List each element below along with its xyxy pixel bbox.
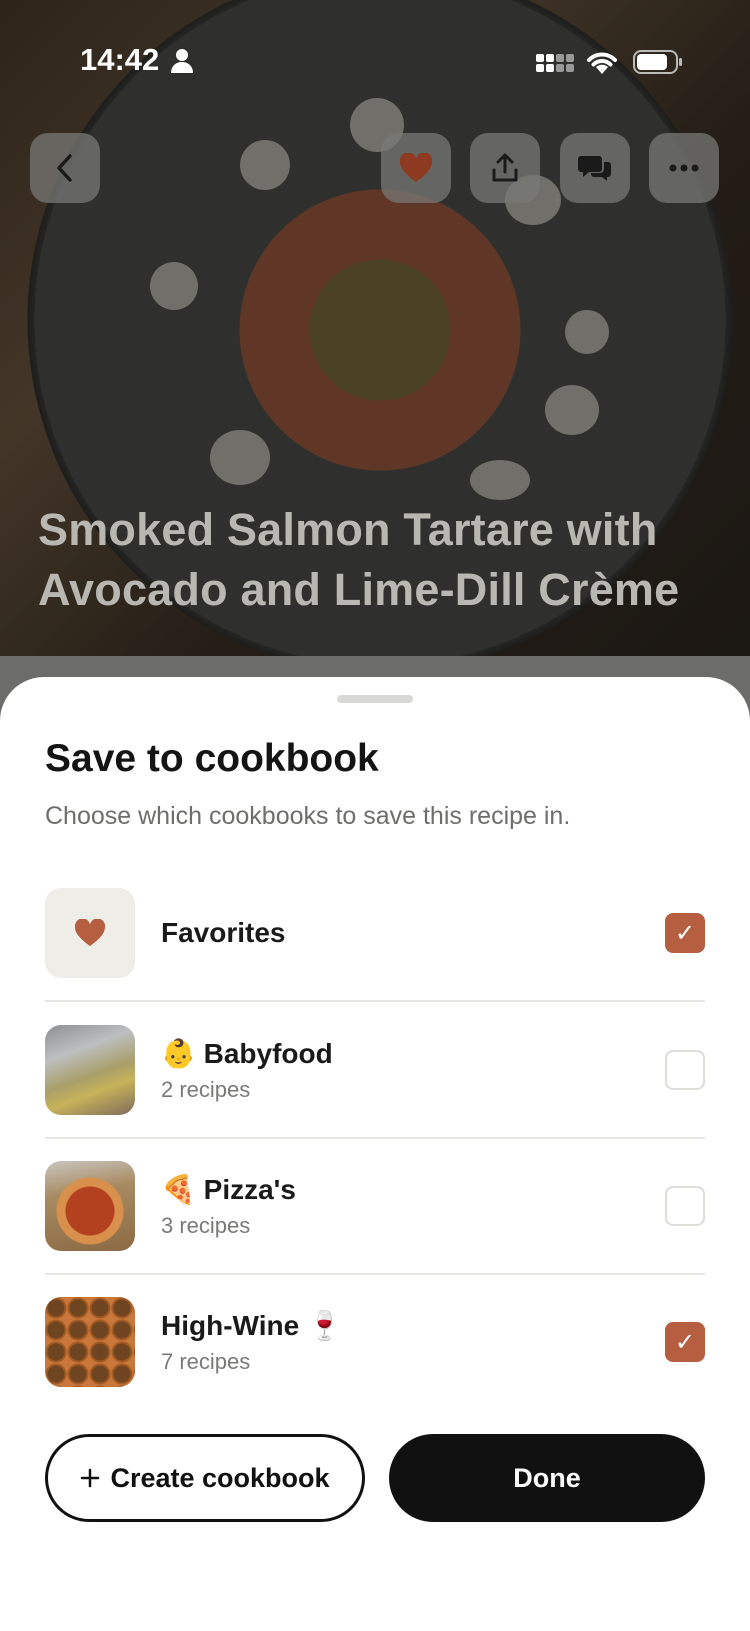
cookbook-row-pizzas[interactable]: 🍕 Pizza's 3 recipes [45,1161,705,1297]
cookbook-name: Favorites [161,917,286,948]
divider [45,1137,705,1139]
favorites-thumbnail [45,888,135,978]
sheet-subtitle: Choose which cookbooks to save this reci… [45,802,571,830]
signal-icon [536,54,574,72]
save-to-cookbook-sheet: Save to cookbook Choose which cookbooks … [0,677,750,1631]
sheet-grabber[interactable] [337,695,413,703]
wifi-icon [587,52,617,74]
checkmark-icon: ✓ [674,919,696,947]
heart-icon [74,919,106,947]
more-button[interactable] [649,133,719,203]
recipe-title: Smoked Salmon Tartare with Avocado and L… [38,504,680,615]
battery-icon [633,50,682,74]
ellipsis-icon [669,164,699,172]
recipe-hero-image: Smoked Salmon Tartare with Avocado and L… [0,0,750,726]
cookbook-checkbox-pizzas[interactable] [665,1186,705,1226]
high-wine-thumbnail [45,1297,135,1387]
person-icon [171,49,193,73]
chevron-left-icon [57,154,72,182]
divider [45,1273,705,1275]
favorite-button[interactable] [381,133,451,203]
status-bar: 14:42 [0,40,750,84]
status-time: 14:42 [80,42,160,77]
cookbook-row-high-wine[interactable]: High-Wine 🍷 7 recipes ✓ [45,1297,705,1433]
done-button[interactable]: Done [389,1434,705,1522]
divider [45,1000,705,1002]
create-cookbook-label: Create cookbook [110,1462,330,1493]
share-button[interactable] [470,133,540,203]
cookbook-recipe-count: 2 recipes [161,1077,251,1102]
share-icon [492,153,518,182]
cookbook-name: High-Wine 🍷 [161,1310,342,1341]
comments-button[interactable] [560,133,630,203]
sheet-title: Save to cookbook [45,737,379,780]
cookbook-recipe-count: 3 recipes [161,1213,251,1238]
heart-icon [399,153,433,182]
cookbook-checkbox-babyfood[interactable] [665,1050,705,1090]
cookbook-name: 🍕 Pizza's [161,1174,296,1205]
cookbook-row-favorites[interactable]: Favorites ✓ [45,888,705,1024]
cookbook-checkbox-favorites[interactable]: ✓ [665,913,705,953]
plus-icon [81,1468,100,1488]
checkmark-icon: ✓ [674,1328,696,1356]
cookbook-checkbox-high-wine[interactable]: ✓ [665,1322,705,1362]
cookbook-recipe-count: 7 recipes [161,1349,251,1374]
babyfood-thumbnail [45,1025,135,1115]
cookbook-name: 👶 Babyfood [161,1038,333,1069]
create-cookbook-button[interactable]: Create cookbook [45,1434,365,1522]
done-label: Done [513,1462,581,1493]
back-button[interactable] [30,133,100,203]
cookbook-row-babyfood[interactable]: 👶 Babyfood 2 recipes [45,1025,705,1161]
chat-bubbles-icon [578,156,611,181]
pizzas-thumbnail [45,1161,135,1251]
